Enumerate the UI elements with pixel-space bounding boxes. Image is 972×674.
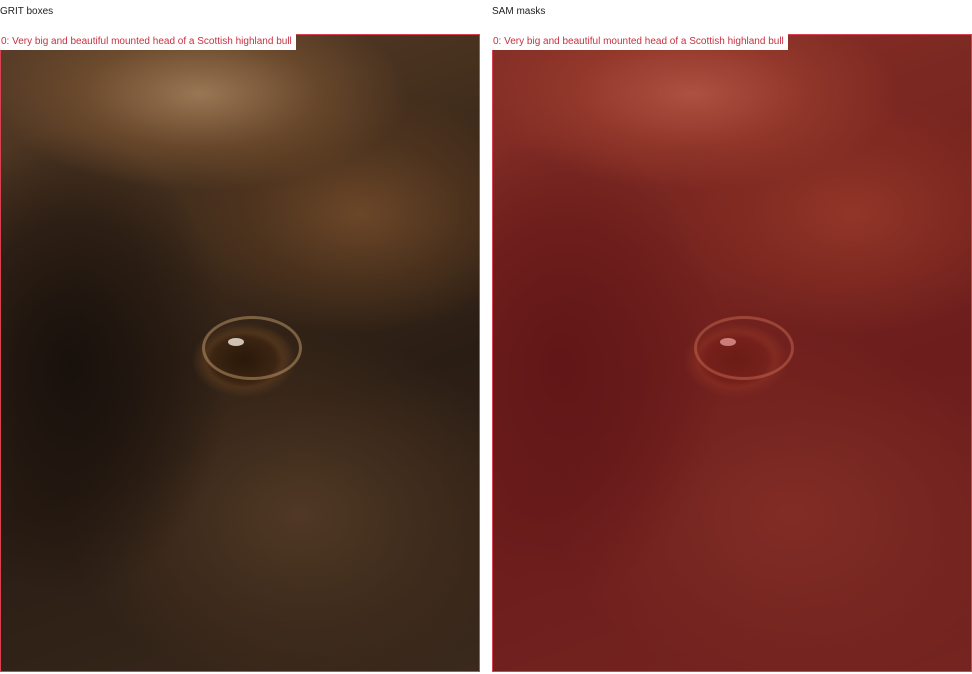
detection-box — [492, 34, 972, 672]
panel-title: GRIT boxes — [0, 6, 54, 17]
detection-box-label: 0: Very big and beautiful mounted head o… — [492, 34, 788, 50]
photo-area — [0, 34, 480, 672]
sam-masks-panel: SAM masks 0: Very big and beautiful moun… — [492, 0, 972, 674]
grit-boxes-panel: GRIT boxes 0: Very big and beautiful mou… — [0, 0, 480, 674]
detection-box-label: 0: Very big and beautiful mounted head o… — [0, 34, 296, 50]
detection-box — [0, 34, 480, 672]
photo-area — [492, 34, 972, 672]
panel-title: SAM masks — [492, 6, 546, 17]
